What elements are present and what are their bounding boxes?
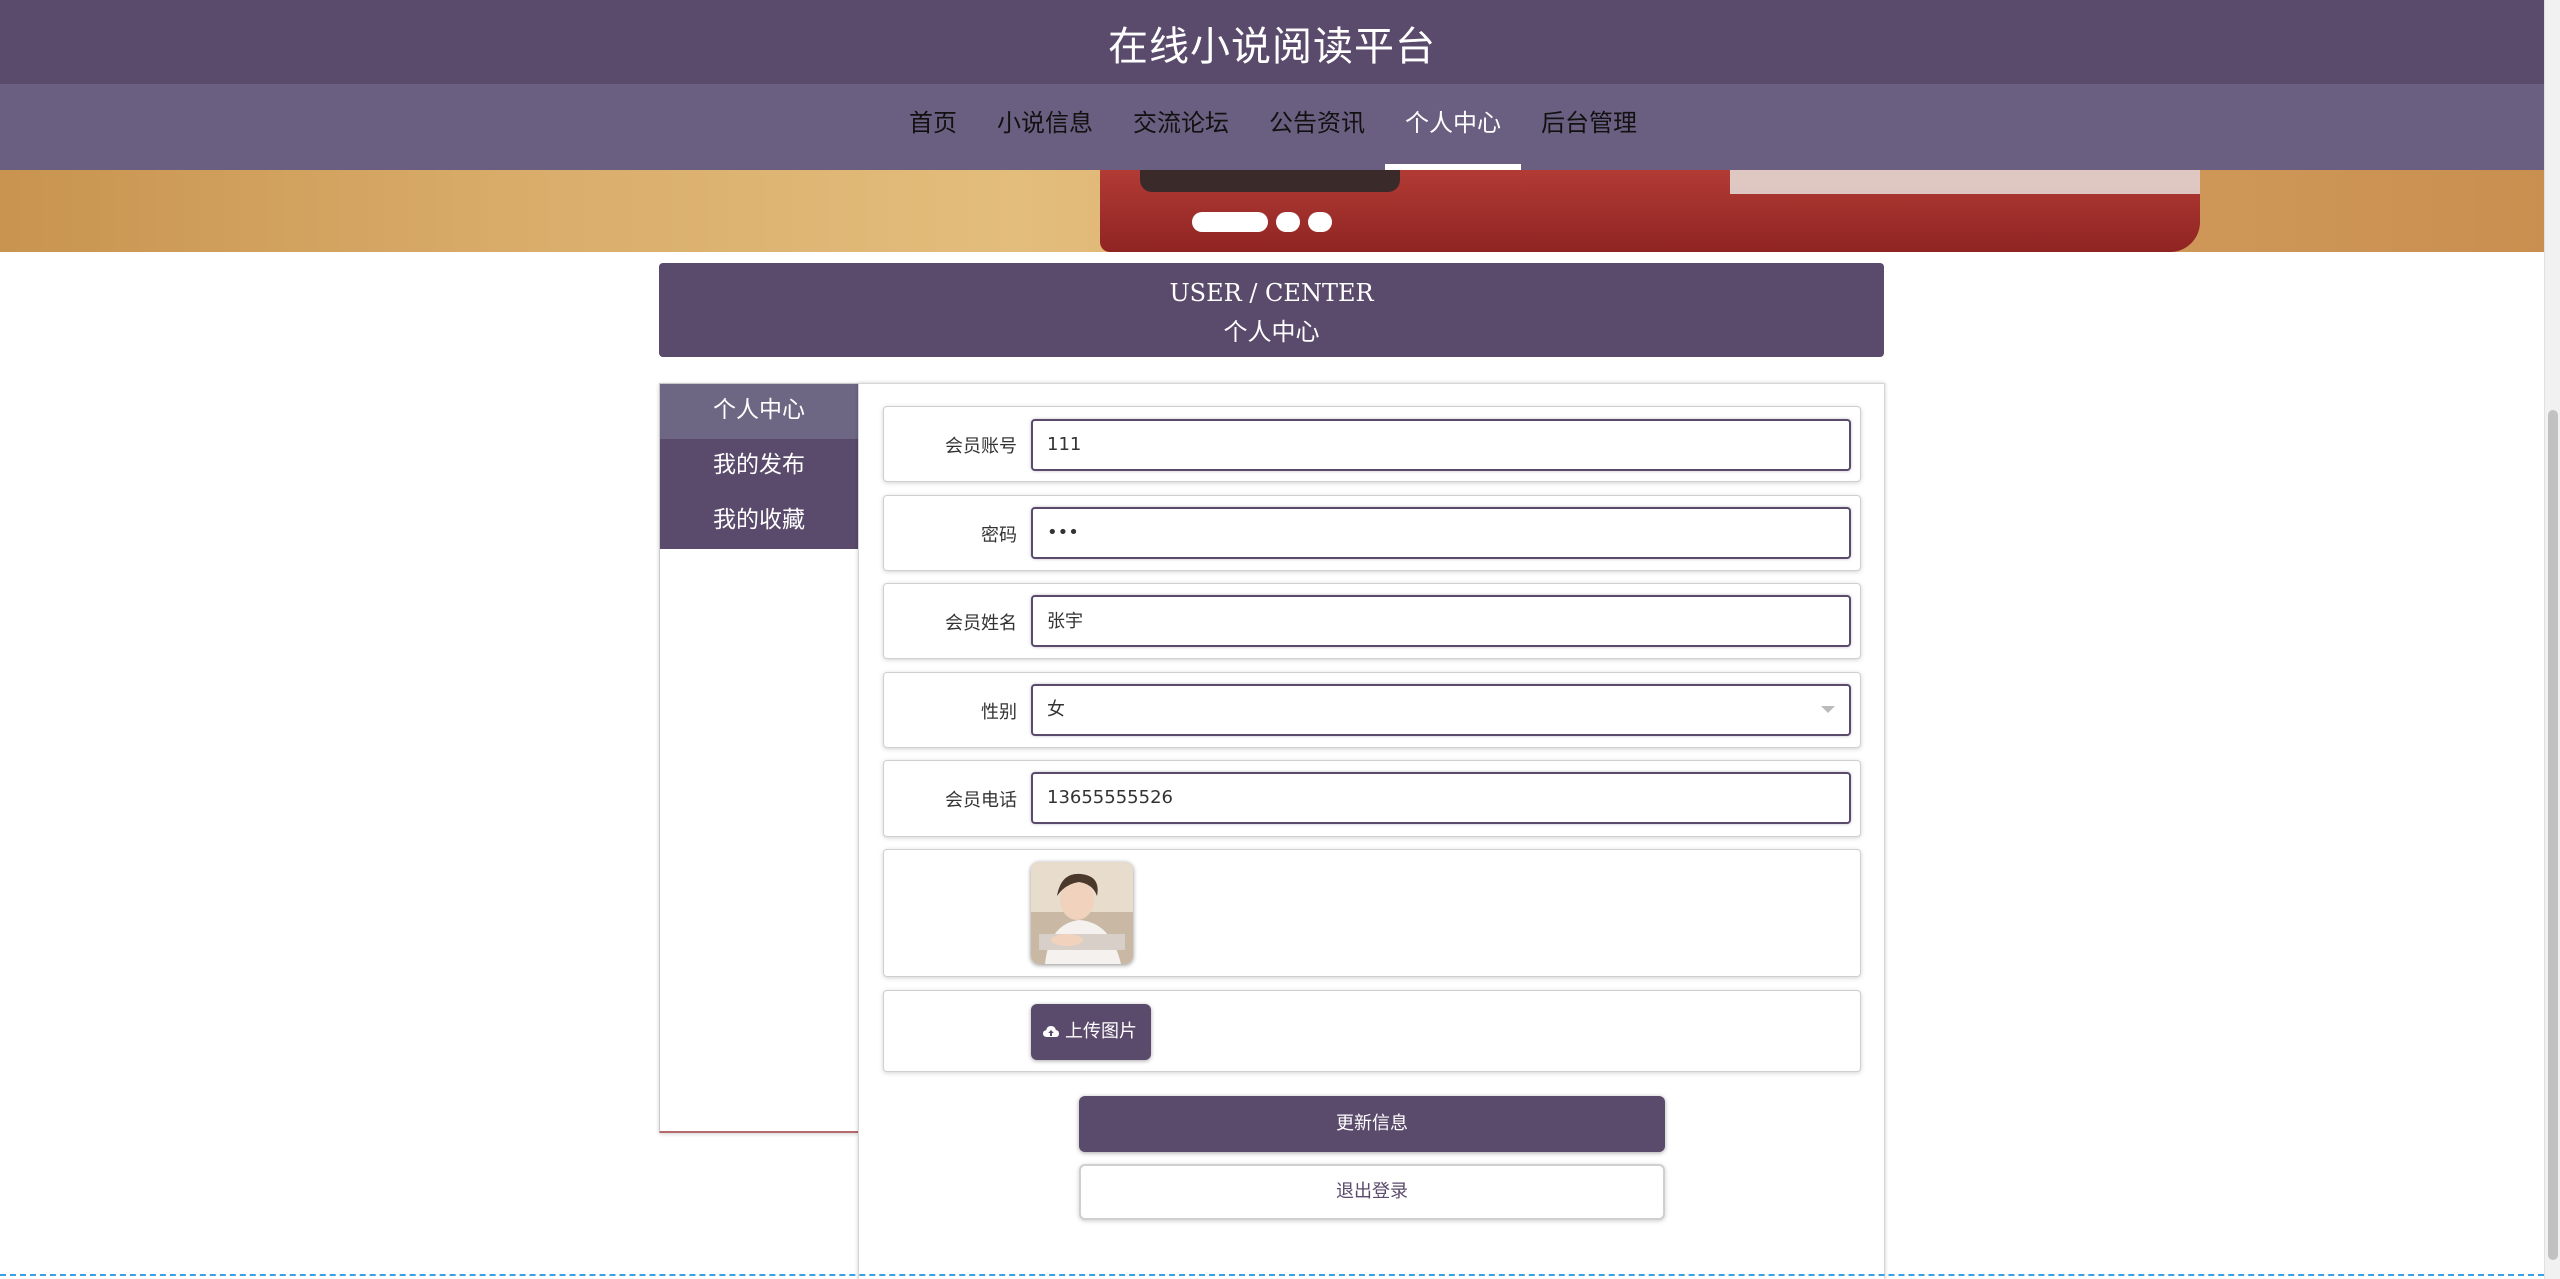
page-divider	[0, 1274, 2544, 1276]
cloud-upload-icon	[1043, 1026, 1059, 1037]
sidebar-item-my-favorites[interactable]: 我的收藏	[660, 494, 858, 549]
name-label: 会员姓名	[945, 613, 1017, 634]
site-header: 在线小说阅读平台	[0, 0, 2544, 84]
logout-button[interactable]: 退出登录	[1079, 1164, 1665, 1220]
nav-item-forum[interactable]: 交流论坛	[1113, 84, 1249, 170]
nav-item-user-center[interactable]: 个人中心	[1385, 84, 1521, 170]
account-input[interactable]	[1047, 421, 1835, 468]
name-input[interactable]	[1047, 597, 1835, 643]
form-row-password: 密码 •••	[883, 495, 1861, 571]
password-label: 密码	[981, 525, 1017, 546]
sidebar-menu: 个人中心 我的发布 我的收藏	[659, 383, 859, 1133]
section-title-bar: USER / CENTER 个人中心	[659, 263, 1884, 357]
form-row-avatar	[883, 849, 1861, 977]
form-row-name: 会员姓名	[883, 583, 1861, 659]
nav-item-news[interactable]: 公告资讯	[1249, 84, 1385, 170]
form-row-phone: 会员电话	[883, 760, 1861, 837]
banner-image-detail	[1140, 170, 1400, 192]
upload-image-label: 上传图片	[1065, 1021, 1137, 1042]
chevron-down-icon	[1821, 706, 1835, 713]
password-value[interactable]: •••	[1047, 522, 1079, 543]
form-row-upload: 上传图片	[883, 990, 1861, 1072]
account-label: 会员账号	[945, 436, 1017, 457]
carousel-indicators	[1192, 209, 1332, 235]
vertical-scrollbar[interactable]	[2544, 0, 2560, 1279]
banner-image-detail	[1730, 170, 2200, 194]
carousel-dot[interactable]	[1192, 212, 1268, 232]
form-row-account: 会员账号	[883, 406, 1861, 482]
carousel-dot[interactable]	[1308, 212, 1332, 232]
page: 在线小说阅读平台 首页 小说信息 交流论坛 公告资讯 个人中心 后台管理 USE…	[0, 0, 2544, 1279]
section-title-cn: 个人中心	[1223, 318, 1320, 346]
gender-value: 女	[1047, 699, 1065, 720]
nav-item-admin[interactable]: 后台管理	[1521, 84, 1657, 170]
upload-image-button[interactable]: 上传图片	[1031, 1004, 1151, 1060]
site-title: 在线小说阅读平台	[1108, 24, 1436, 70]
main-nav: 首页 小说信息 交流论坛 公告资讯 个人中心 后台管理	[0, 84, 2544, 170]
phone-field[interactable]	[1031, 772, 1851, 824]
sidebar-item-user-center[interactable]: 个人中心	[660, 384, 858, 439]
sidebar-item-my-posts[interactable]: 我的发布	[660, 439, 858, 494]
section-title-en: USER / CENTER	[1169, 279, 1374, 307]
gender-select[interactable]: 女	[1031, 684, 1851, 736]
phone-label: 会员电话	[945, 790, 1017, 811]
banner-carousel	[0, 170, 2544, 252]
avatar-preview	[1031, 862, 1133, 964]
avatar-image	[1031, 862, 1133, 964]
carousel-dot[interactable]	[1276, 212, 1300, 232]
password-field[interactable]: •••	[1031, 507, 1851, 559]
scrollbar-thumb[interactable]	[2548, 410, 2558, 1260]
nav-item-novels[interactable]: 小说信息	[977, 84, 1113, 170]
phone-input[interactable]	[1047, 774, 1835, 821]
name-field[interactable]	[1031, 595, 1851, 647]
nav-item-home[interactable]: 首页	[889, 84, 977, 170]
profile-form: 会员账号 密码 ••• 会员姓名 性别 女 会员电话	[858, 383, 1885, 1279]
gender-label: 性别	[981, 702, 1017, 723]
form-row-gender: 性别 女	[883, 672, 1861, 748]
account-field[interactable]	[1031, 419, 1851, 471]
update-info-button[interactable]: 更新信息	[1079, 1096, 1665, 1152]
